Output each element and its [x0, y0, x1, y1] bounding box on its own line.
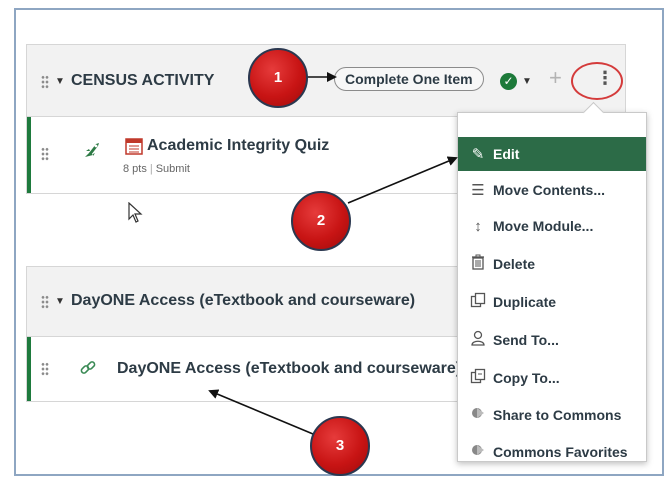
drag-handle-icon[interactable]	[41, 147, 49, 161]
copy-icon	[467, 368, 489, 388]
menu-item-label: Delete	[493, 256, 536, 272]
add-item-icon[interactable]: +	[549, 65, 562, 91]
callout-3: 3	[310, 416, 370, 476]
commons-icon	[467, 406, 489, 424]
pencil-icon: ✎	[471, 146, 485, 163]
collapse-caret-icon[interactable]: ▼	[55, 76, 65, 87]
menu-item-label: Commons Favorites	[493, 444, 628, 460]
collapse-caret-icon[interactable]: ▼	[55, 296, 65, 307]
calendar-icon	[125, 137, 143, 160]
menu-item-label: Copy To...	[493, 370, 560, 386]
menu-item-delete[interactable]: Delete	[458, 247, 646, 281]
trash-icon	[467, 254, 489, 274]
module-options-menu: ✎ Edit ☰ Move Contents... ↕ Move Module... …	[457, 101, 647, 462]
menu-item-label: Edit	[493, 146, 520, 162]
menu-item-move-contents[interactable]: ☰ Move Contents...	[458, 173, 646, 207]
item-title-link[interactable]: DayONE Access (eTextbook and courseware)	[117, 360, 461, 378]
drag-handle-icon[interactable]	[41, 295, 49, 309]
module-header[interactable]: ▼ CENSUS ACTIVITY Complete One Item ✓ ▼ …	[27, 45, 625, 117]
points-label: 8 pts	[123, 163, 147, 175]
menu-item-label: Send To...	[493, 332, 559, 348]
move-contents-icon: ☰	[471, 182, 485, 199]
menu-item-move-module[interactable]: ↕ Move Module...	[458, 209, 646, 243]
menu-item-commons-favorites[interactable]: Commons Favorites	[458, 435, 646, 469]
quiz-rocket-icon	[81, 139, 103, 166]
menu-item-label: Move Module...	[493, 218, 594, 234]
link-icon	[79, 359, 97, 382]
module-title: CENSUS ACTIVITY	[71, 72, 215, 89]
menu-item-label: Duplicate	[493, 294, 557, 310]
publish-caret-icon[interactable]: ▼	[522, 76, 532, 87]
highlight-oval	[571, 62, 623, 100]
requirement-pill: Complete One Item	[334, 67, 484, 91]
menu-item-edit[interactable]: ✎ Edit	[458, 137, 646, 171]
menu-item-copy-to[interactable]: Copy To...	[458, 361, 646, 395]
callout-2: 2	[291, 191, 351, 251]
item-meta: 8 pts | Submit	[123, 163, 190, 175]
callout-1: 1	[248, 48, 308, 108]
drag-handle-icon[interactable]	[41, 362, 49, 376]
drag-handle-icon[interactable]	[41, 75, 49, 89]
menu-item-send-to[interactable]: Send To...	[458, 323, 646, 357]
user-icon	[467, 330, 489, 350]
menu-item-label: Share to Commons	[493, 407, 622, 423]
menu-item-duplicate[interactable]: Duplicate	[458, 285, 646, 319]
updown-arrow-icon: ↕	[474, 217, 482, 235]
published-check-icon[interactable]: ✓	[500, 73, 517, 90]
duplicate-icon	[467, 292, 489, 312]
item-title-link[interactable]: Academic Integrity Quiz	[147, 137, 329, 155]
menu-item-label: Move Contents...	[493, 182, 606, 198]
meta-divider: |	[149, 163, 153, 175]
module-title: DayONE Access (eTextbook and courseware)	[71, 292, 416, 309]
commons-icon	[467, 443, 489, 461]
submit-label: Submit	[155, 163, 190, 175]
menu-item-share-to-commons[interactable]: Share to Commons	[458, 398, 646, 432]
mouse-cursor-icon	[128, 201, 144, 229]
